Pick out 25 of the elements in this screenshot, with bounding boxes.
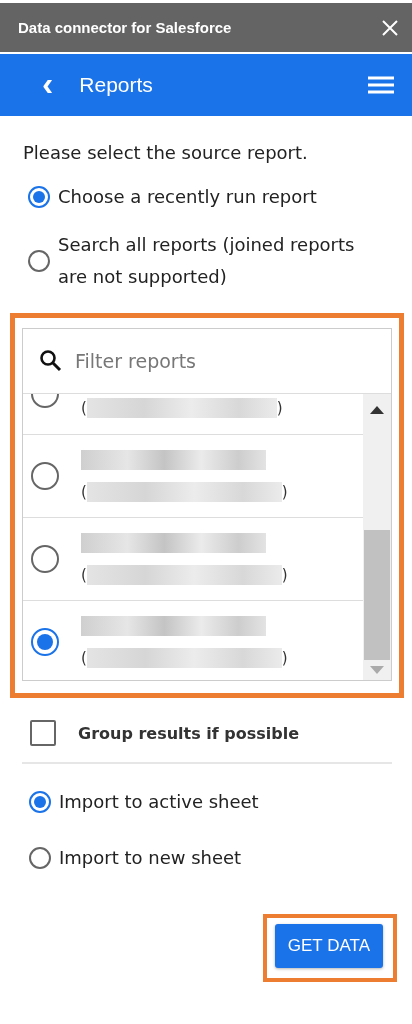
scrollbar[interactable]: [363, 394, 391, 680]
back-button[interactable]: ‹: [38, 66, 58, 100]
get-data-button[interactable]: GET DATA: [274, 924, 383, 968]
parenthesis: ): [281, 649, 288, 667]
scrollbar-thumb[interactable]: [364, 530, 390, 660]
radio-label[interactable]: Import to new sheet: [59, 842, 242, 874]
parenthesis: (: [81, 399, 87, 417]
parenthesis: ): [281, 483, 288, 501]
parenthesis: (: [81, 566, 87, 584]
search-icon: [39, 349, 63, 373]
parenthesis: (: [81, 483, 87, 501]
window-title: Data connector for Salesforce: [18, 19, 232, 36]
radio-label[interactable]: Import to active sheet: [59, 786, 259, 818]
scroll-up-icon[interactable]: [370, 406, 384, 414]
checkbox-label[interactable]: Group results if possible: [78, 723, 300, 743]
radio-label[interactable]: Choose a recently run report: [58, 181, 317, 213]
radio-label[interactable]: Search all reports (joined reports are not supported): [58, 229, 362, 293]
parenthesis: (: [81, 649, 87, 667]
parenthesis: ): [276, 399, 283, 417]
parenthesis: ): [281, 566, 288, 584]
menu-icon[interactable]: [368, 76, 394, 94]
page-title: Reports: [79, 73, 154, 97]
close-icon[interactable]: [382, 19, 398, 36]
instruction-text: Please select the source report.: [23, 142, 309, 163]
checkbox[interactable]: [30, 720, 56, 746]
